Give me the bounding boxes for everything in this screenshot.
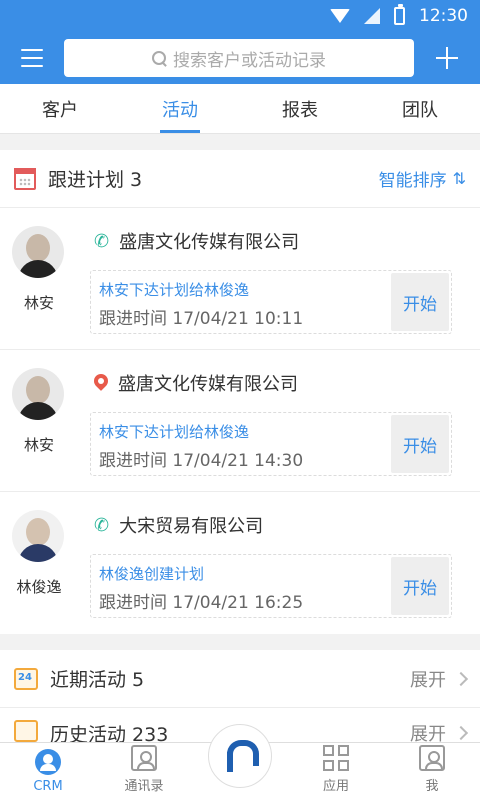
plan-item[interactable]: 林俊逸 ✆ 大宋贸易有限公司 林俊逸创建计划 跟进时间 17/04/21 16:…: [0, 492, 480, 634]
center-action-button[interactable]: [208, 724, 272, 788]
crm-icon: [35, 749, 61, 775]
nav-contacts[interactable]: 通讯录: [96, 743, 192, 800]
expand-button[interactable]: 展开: [410, 666, 469, 692]
status-time: 12:30: [419, 6, 468, 26]
company-row: 盛唐文化传媒有限公司: [94, 370, 298, 396]
app-logo-icon: [227, 740, 259, 772]
plan-header: 跟进计划 3 智能排序 ⇅: [0, 150, 480, 208]
company-name: 大宋贸易有限公司: [119, 516, 264, 537]
nav-me[interactable]: 我: [384, 743, 480, 800]
tab-reports[interactable]: 报表: [240, 84, 360, 133]
avatar: [12, 510, 64, 562]
tab-bar: 客户 活动 报表 团队: [0, 84, 480, 134]
person: 林安: [12, 226, 66, 313]
chevron-right-icon: [453, 671, 469, 686]
chevron-right-icon: [453, 725, 469, 741]
plan-item[interactable]: 林安 ✆ 盛唐文化传媒有限公司 林安下达计划给林俊逸 跟进时间 17/04/21…: [0, 208, 480, 350]
follow-up-plan-card: 跟进计划 3 智能排序 ⇅ 林安 ✆ 盛唐文化传媒有限公司 林安下达计划给林俊逸…: [0, 150, 480, 634]
start-button[interactable]: 开始: [391, 273, 449, 331]
smart-sort-button[interactable]: 智能排序 ⇅: [379, 166, 466, 191]
person: 林安: [12, 368, 66, 455]
menu-icon: [21, 49, 43, 51]
person-name: 林安: [23, 294, 54, 312]
status-bar: 12:30: [0, 0, 480, 32]
plan-info: 林安下达计划给林俊逸 跟进时间 17/04/21 14:30 开始: [90, 412, 452, 476]
apps-grid-icon: [323, 745, 349, 771]
plus-icon: [436, 47, 458, 69]
person: 林俊逸: [12, 510, 66, 597]
plan-description: 林安下达计划给林俊逸: [99, 281, 250, 299]
tab-customers[interactable]: 客户: [0, 84, 120, 133]
company-row: ✆ 大宋贸易有限公司: [94, 512, 263, 538]
recent-folder-icon: 24: [14, 667, 38, 690]
follow-up-time: 跟进时间 17/04/21 16:25: [99, 593, 304, 613]
tab-team[interactable]: 团队: [360, 84, 480, 133]
expand-button[interactable]: 展开: [410, 720, 469, 742]
search-placeholder: 搜索客户或活动记录: [173, 50, 326, 71]
add-button[interactable]: [414, 32, 480, 84]
follow-up-time: 跟进时间 17/04/21 10:11: [99, 309, 304, 329]
nav-crm[interactable]: CRM: [0, 743, 96, 800]
company-name: 盛唐文化传媒有限公司: [119, 232, 300, 253]
search-icon: [152, 50, 167, 66]
avatar: [12, 226, 64, 278]
recent-activities-row[interactable]: 24 近期活动 5 展开: [0, 650, 480, 708]
plan-item[interactable]: 林安 盛唐文化传媒有限公司 林安下达计划给林俊逸 跟进时间 17/04/21 1…: [0, 350, 480, 492]
calendar-icon: [14, 167, 36, 190]
company-name: 盛唐文化传媒有限公司: [118, 374, 298, 395]
avatar: [12, 368, 64, 420]
history-folder-icon: [14, 720, 38, 742]
plan-description: 林安下达计划给林俊逸: [99, 423, 250, 441]
person-name: 林俊逸: [16, 578, 62, 596]
app-header: 搜索客户或活动记录: [0, 32, 480, 84]
signal-icon: [364, 8, 380, 24]
contacts-icon: [131, 745, 157, 771]
phone-icon: ✆: [94, 230, 110, 252]
plan-info: 林安下达计划给林俊逸 跟进时间 17/04/21 10:11 开始: [90, 270, 452, 334]
history-title: 历史活动 233: [50, 724, 169, 742]
nav-apps[interactable]: 应用: [288, 743, 384, 800]
recent-title: 近期活动 5: [50, 669, 145, 691]
company-row: ✆ 盛唐文化传媒有限公司: [94, 228, 299, 254]
plan-title: 跟进计划 3: [48, 169, 143, 191]
wifi-icon: [330, 9, 350, 23]
tab-activities[interactable]: 活动: [120, 84, 240, 133]
sort-arrows-icon: ⇅: [452, 169, 466, 188]
location-pin-icon: [94, 374, 108, 392]
search-input[interactable]: 搜索客户或活动记录: [64, 39, 414, 77]
battery-icon: [394, 4, 405, 25]
plan-description: 林俊逸创建计划: [99, 565, 205, 583]
sort-label: 智能排序: [378, 171, 447, 191]
start-button[interactable]: 开始: [391, 557, 449, 615]
profile-icon: [419, 745, 445, 771]
start-button[interactable]: 开始: [391, 415, 449, 473]
person-name: 林安: [23, 436, 54, 454]
plan-info: 林俊逸创建计划 跟进时间 17/04/21 16:25 开始: [90, 554, 452, 618]
menu-button[interactable]: [0, 32, 64, 84]
follow-up-time: 跟进时间 17/04/21 14:30: [99, 451, 304, 471]
phone-icon: ✆: [94, 514, 110, 536]
